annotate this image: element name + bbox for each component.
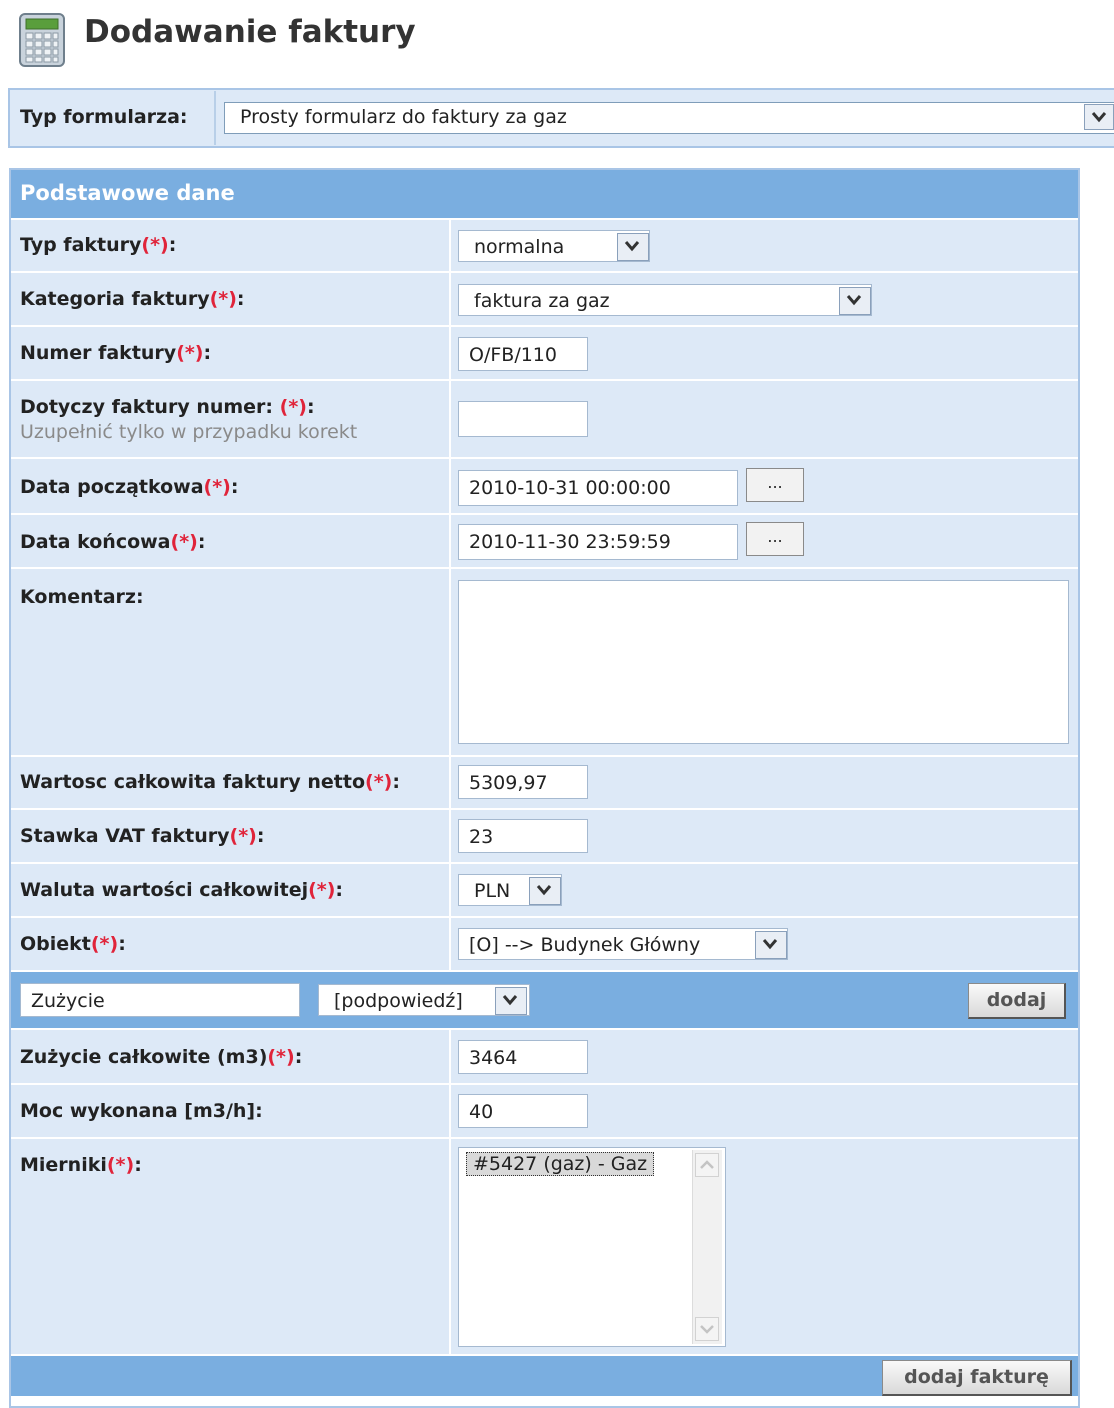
start-date-label: Data początkowa(*): — [20, 476, 239, 498]
chevron-down-icon[interactable] — [617, 233, 649, 261]
hint-select-value: [podpowiedź] — [334, 990, 463, 1012]
meters-listbox[interactable] — [458, 1147, 726, 1347]
hint-select[interactable]: [podpowiedź] — [318, 984, 530, 1016]
invoice-type-select-value: normalna — [474, 236, 565, 258]
object-label: Obiekt(*): — [20, 933, 126, 955]
currency-label: Waluta wartości całkowitej(*): — [20, 879, 344, 901]
power-input[interactable]: 40 — [458, 1094, 588, 1128]
invoice-type-label: Typ faktury(*): — [20, 234, 177, 256]
invoice-number-input[interactable]: O/FB/110 — [458, 337, 588, 371]
start-date-input[interactable]: 2010-10-31 00:00:00 — [458, 470, 738, 506]
net-value-input[interactable]: 5309,97 — [458, 765, 588, 799]
calculator-icon — [18, 12, 66, 68]
comment-textarea[interactable] — [458, 580, 1069, 744]
start-date-picker-button[interactable]: ... — [746, 468, 804, 502]
ref-number-input[interactable] — [458, 401, 588, 437]
add-usage-button[interactable]: dodaj — [968, 983, 1066, 1019]
usage-type-input[interactable]: Zużycie — [20, 983, 300, 1017]
invoice-number-label: Numer faktury(*): — [20, 342, 212, 364]
ref-number-hint: Uzupełnić tylko w przypadku korekt — [20, 421, 358, 443]
form-type-select-value: Prosty formularz do faktury za gaz — [240, 106, 567, 128]
ref-number-label: Dotyczy faktury numer: (*): — [20, 396, 315, 418]
end-date-label: Data końcowa(*): — [20, 531, 206, 553]
chevron-down-icon[interactable] — [1084, 104, 1114, 130]
object-select[interactable]: [O] --> Budynek Główny — [458, 928, 788, 960]
object-select-value: [O] --> Budynek Główny — [469, 934, 701, 956]
chevron-down-icon[interactable] — [755, 931, 787, 959]
power-label: Moc wykonana [m3/h]: — [20, 1100, 263, 1122]
add-invoice-button[interactable]: dodaj fakturę — [882, 1360, 1072, 1396]
end-date-picker-button[interactable]: ... — [746, 522, 804, 556]
category-select[interactable]: faktura za gaz — [458, 284, 872, 316]
comment-label: Komentarz: — [20, 586, 144, 608]
category-label: Kategoria faktury(*): — [20, 288, 245, 310]
vat-input[interactable]: 23 — [458, 819, 588, 853]
currency-select-value: PLN — [474, 880, 511, 902]
chevron-down-icon[interactable] — [495, 987, 527, 1015]
meters-label: Mierniki(*): — [20, 1154, 142, 1176]
vat-label: Stawka VAT faktury(*): — [20, 825, 265, 847]
total-usage-input[interactable]: 3464 — [458, 1040, 588, 1074]
form-type-label: Typ formularza: — [20, 106, 188, 128]
meters-list-item[interactable]: #5427 (gaz) - Gaz — [466, 1152, 655, 1176]
currency-select[interactable]: PLN — [458, 874, 562, 906]
form-type-divider — [214, 91, 216, 145]
invoice-type-select[interactable]: normalna — [458, 230, 650, 262]
total-usage-label: Zużycie całkowite (m3)(*): — [20, 1046, 303, 1068]
end-date-input[interactable]: 2010-11-30 23:59:59 — [458, 524, 738, 560]
page-title: Dodawanie faktury — [84, 14, 416, 50]
section-title: Podstawowe dane — [20, 181, 235, 205]
category-select-value: faktura za gaz — [474, 290, 610, 312]
net-value-label: Wartosc całkowita faktury netto(*): — [20, 771, 400, 793]
chevron-down-icon[interactable] — [529, 877, 561, 905]
form-row — [11, 381, 449, 457]
chevron-down-icon[interactable] — [839, 287, 871, 315]
scroll-up-icon[interactable] — [695, 1153, 719, 1181]
scroll-down-icon[interactable] — [695, 1317, 719, 1345]
